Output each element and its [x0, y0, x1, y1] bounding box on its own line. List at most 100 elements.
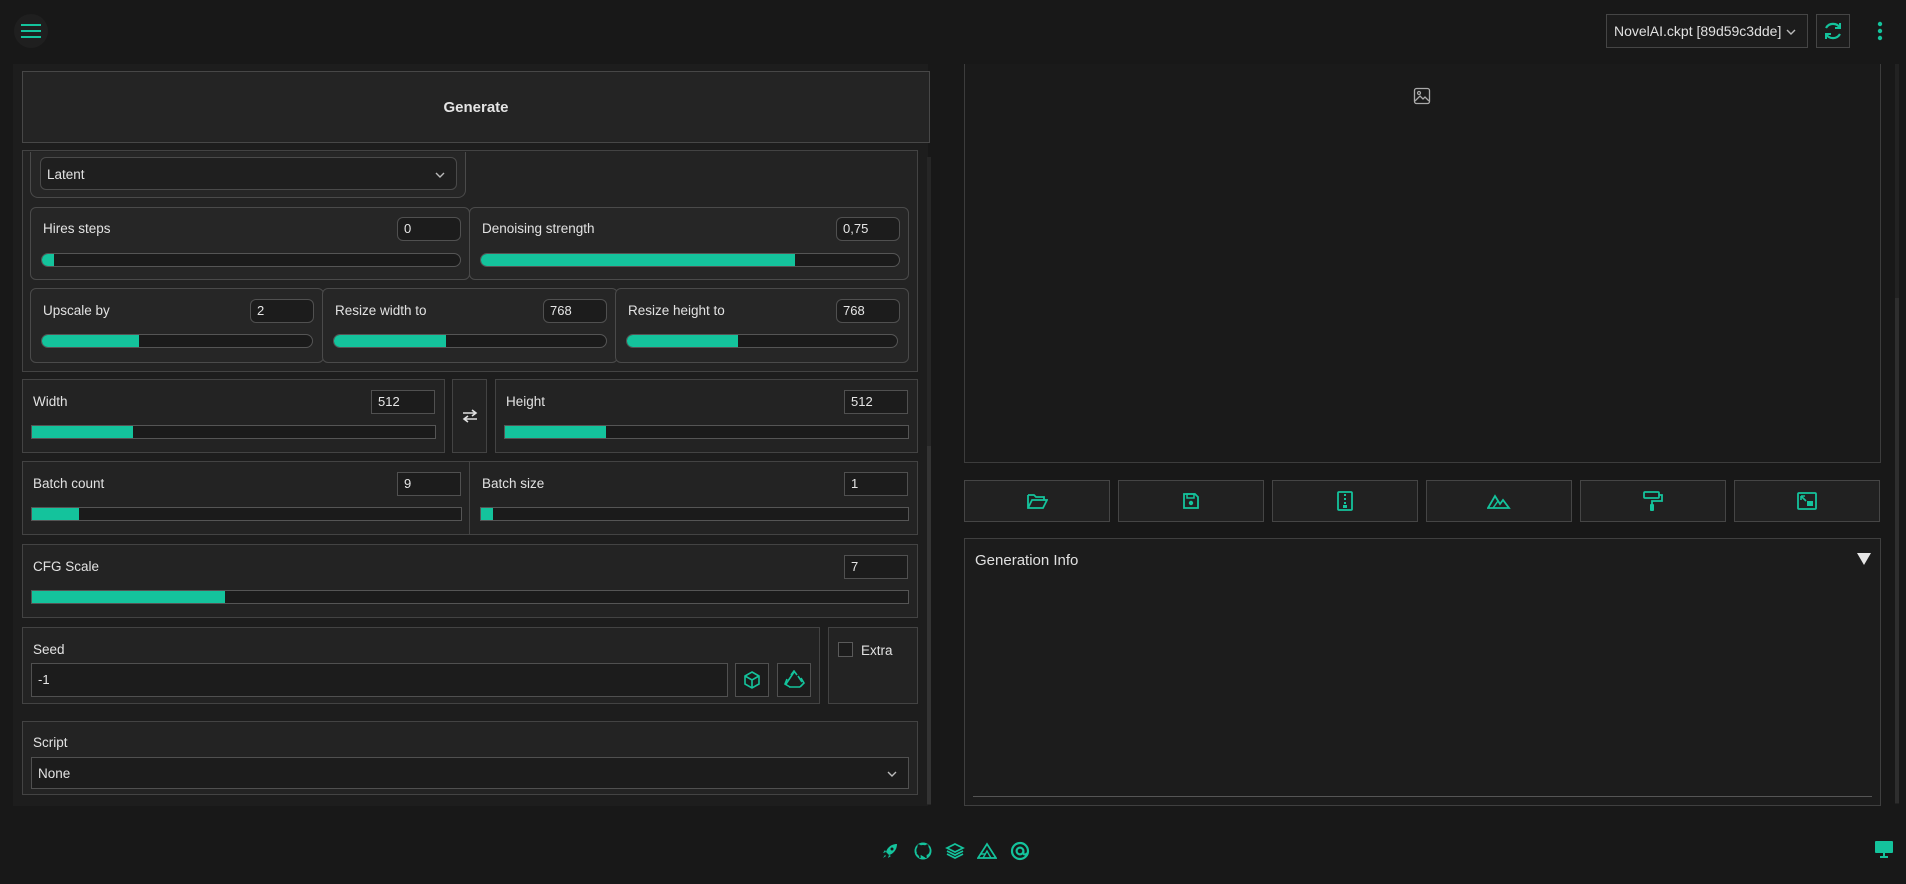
dice-cube-icon — [744, 671, 760, 689]
at-sign-icon — [1010, 841, 1030, 861]
resize-height-slider[interactable] — [626, 334, 898, 348]
script-block: Script None — [22, 721, 918, 795]
denoising-slider-block: Denoising strength 0,75 — [469, 207, 909, 280]
height-slider-block: Height 512 — [495, 379, 918, 453]
send-to-extras-button[interactable] — [1734, 480, 1880, 522]
triangle-ruler-icon — [977, 842, 997, 859]
height-input[interactable]: 512 — [844, 390, 908, 414]
right-scrollbar-thumb[interactable] — [1895, 298, 1899, 803]
seed-block: Seed -1 — [22, 627, 820, 704]
extra-label: Extra — [861, 643, 893, 658]
width-slider[interactable] — [31, 425, 436, 439]
more-options-button[interactable] — [1866, 14, 1894, 48]
batch-size-fill — [481, 508, 493, 520]
hamburger-icon — [21, 24, 41, 38]
resize-width-slider[interactable] — [333, 334, 607, 348]
cfg-scale-slider-block: CFG Scale 7 — [22, 544, 918, 618]
open-folder-button[interactable] — [964, 480, 1110, 522]
batch-size-slider[interactable] — [480, 507, 909, 521]
footer-github-link[interactable] — [913, 841, 933, 861]
batch-count-input[interactable]: 9 — [397, 472, 461, 496]
batch-size-slider-block: Batch size 1 — [469, 461, 918, 535]
resize-height-fill — [627, 335, 738, 347]
swap-dimensions-button[interactable] — [452, 379, 487, 453]
zip-button[interactable] — [1272, 480, 1418, 522]
zip-icon — [1337, 491, 1353, 511]
resize-width-input[interactable]: 768 — [543, 299, 607, 323]
resize-width-fill — [334, 335, 446, 347]
generation-info-title: Generation Info — [975, 552, 1079, 569]
height-label: Height — [506, 394, 546, 409]
send-to-img2img-button[interactable] — [1426, 480, 1572, 522]
footer-layers-link[interactable] — [945, 841, 965, 861]
hamburger-menu-button[interactable] — [14, 14, 48, 48]
rocket-icon — [883, 844, 897, 858]
reuse-seed-button[interactable] — [777, 663, 811, 697]
footer-rocket-link[interactable] — [880, 841, 900, 861]
upscaler-select[interactable]: Latent — [40, 157, 457, 190]
upscaler-select-value: Latent — [47, 167, 85, 182]
denoising-fill — [481, 254, 795, 266]
image-placeholder-icon — [1413, 87, 1431, 105]
swap-arrows-icon — [462, 409, 477, 423]
script-label: Script — [33, 735, 68, 750]
recycle-icon — [784, 670, 805, 688]
generation-info-divider — [973, 796, 1872, 797]
footer-triangle-ruler-link[interactable] — [977, 841, 997, 861]
save-button[interactable] — [1118, 480, 1264, 522]
layers-icon — [945, 843, 965, 859]
chevron-down-icon — [1786, 29, 1796, 35]
output-image-area — [964, 64, 1881, 463]
width-slider-block: Width 512 — [22, 379, 445, 453]
refresh-model-button[interactable] — [1816, 14, 1850, 48]
denoising-input[interactable]: 0,75 — [836, 217, 900, 241]
height-fill — [505, 426, 606, 438]
batch-count-fill — [32, 508, 80, 520]
vertical-dots-icon — [1877, 21, 1883, 41]
extra-checkbox[interactable] — [838, 642, 853, 657]
batch-size-input[interactable]: 1 — [844, 472, 908, 496]
seed-input[interactable]: -1 — [31, 663, 728, 697]
github-icon — [914, 842, 932, 860]
upscale-by-fill — [42, 335, 140, 347]
cfg-scale-slider[interactable] — [31, 590, 909, 604]
footer-at-sign-link[interactable] — [1010, 841, 1030, 861]
cfg-scale-label: CFG Scale — [33, 559, 100, 574]
height-slider[interactable] — [504, 425, 909, 439]
model-select-value: NovelAI.ckpt [89d59c3dde] — [1614, 23, 1782, 39]
cfg-scale-input[interactable]: 7 — [844, 555, 908, 579]
footer-monitor-button[interactable] — [1874, 839, 1894, 859]
generate-button-label: Generate — [443, 98, 509, 116]
generate-button[interactable]: Generate — [22, 71, 930, 143]
batch-count-slider[interactable] — [31, 507, 462, 521]
hires-steps-slider-block: Hires steps 0 — [30, 207, 470, 280]
seed-label: Seed — [33, 642, 65, 657]
send-to-inpaint-button[interactable] — [1580, 480, 1726, 522]
hires-steps-fill — [42, 254, 54, 266]
hires-steps-input[interactable]: 0 — [397, 217, 461, 241]
extra-seed-block: Extra — [828, 627, 918, 704]
width-input[interactable]: 512 — [371, 390, 435, 414]
send-to-img2img-icon — [1487, 494, 1511, 509]
random-seed-button[interactable] — [735, 663, 769, 697]
hires-steps-label: Hires steps — [43, 221, 111, 236]
refresh-icon — [1825, 22, 1841, 40]
generation-info-panel: Generation Info — [964, 538, 1881, 806]
upscale-by-slider-block: Upscale by 2 — [30, 288, 324, 363]
model-checkpoint-select[interactable]: NovelAI.ckpt [89d59c3dde] — [1606, 14, 1808, 48]
upscale-by-slider[interactable] — [41, 334, 313, 348]
send-to-inpaint-icon — [1643, 491, 1663, 511]
monitor-icon — [1875, 841, 1893, 858]
resize-height-slider-block: Resize height to 768 — [615, 288, 909, 363]
denoising-slider[interactable] — [480, 253, 900, 267]
script-select[interactable]: None — [31, 757, 909, 789]
resize-height-input[interactable]: 768 — [836, 299, 900, 323]
collapse-triangle-icon[interactable] — [1857, 553, 1871, 565]
hires-steps-slider[interactable] — [41, 253, 461, 267]
upscale-by-label: Upscale by — [43, 303, 110, 318]
upscale-by-input[interactable]: 2 — [250, 299, 314, 323]
cfg-scale-fill — [32, 591, 225, 603]
left-scrollbar-thumb[interactable] — [927, 446, 931, 804]
resize-width-slider-block: Resize width to 768 — [322, 288, 618, 363]
width-fill — [32, 426, 133, 438]
